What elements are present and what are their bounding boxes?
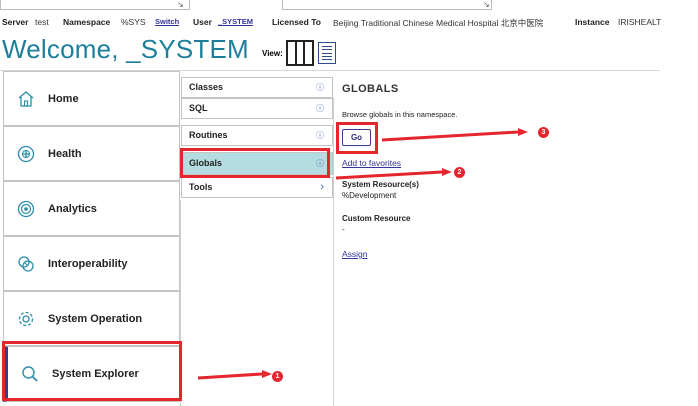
step-badge-2: 2	[454, 167, 465, 178]
annotation-arrows	[197, 128, 528, 380]
step-badge-1: 1	[272, 371, 283, 382]
step-badge-3: 3	[538, 127, 549, 138]
